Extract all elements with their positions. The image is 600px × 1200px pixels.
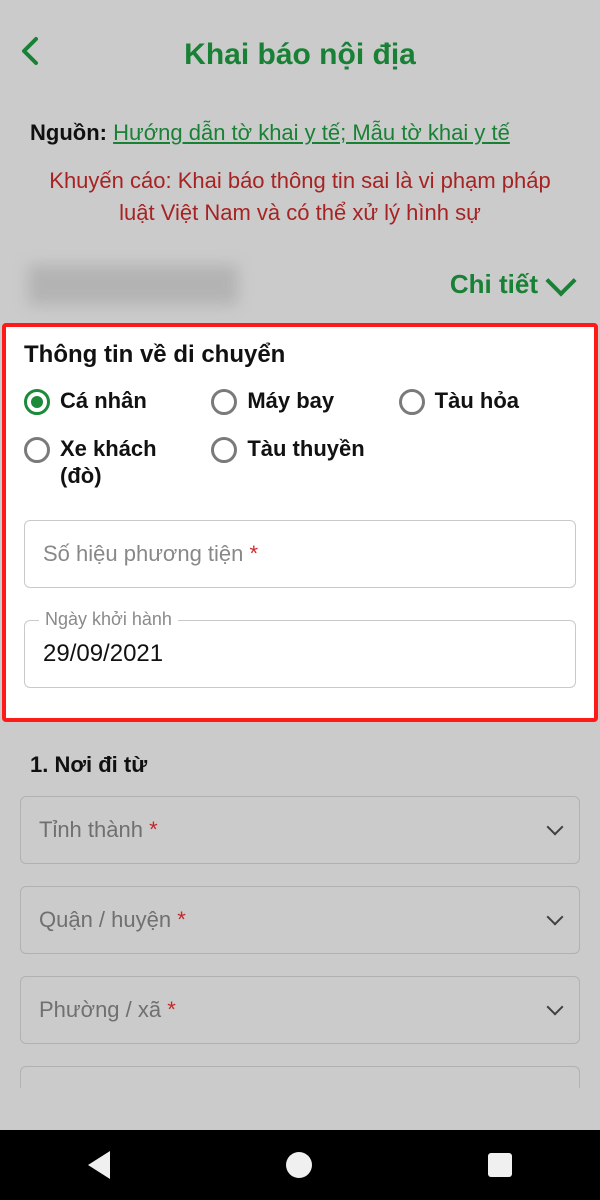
chevron-down-icon bbox=[547, 998, 564, 1015]
radio-boat[interactable]: Tàu thuyền bbox=[211, 435, 388, 490]
depart-date-label: Ngày khởi hành bbox=[39, 609, 178, 630]
ward-placeholder: Phường / xã * bbox=[39, 997, 176, 1023]
user-name-redacted bbox=[28, 265, 238, 305]
radio-train[interactable]: Tàu hỏa bbox=[399, 387, 576, 415]
chevron-down-icon bbox=[547, 908, 564, 925]
radio-icon bbox=[211, 389, 237, 415]
province-select[interactable]: Tỉnh thành * bbox=[20, 796, 580, 864]
travel-section-title: Thông tin về di chuyển bbox=[24, 341, 576, 369]
vehicle-number-placeholder: Số hiệu phương tiện * bbox=[43, 541, 258, 567]
user-card: Chi tiết bbox=[0, 247, 600, 317]
chevron-down-icon bbox=[547, 818, 564, 835]
travel-info-section: Thông tin về di chuyển Cá nhân Máy bay T… bbox=[2, 323, 598, 722]
district-select[interactable]: Quận / huyện * bbox=[20, 886, 580, 954]
source-label: Nguồn: bbox=[30, 120, 107, 145]
next-select-partial[interactable] bbox=[20, 1066, 580, 1088]
travel-mode-radio-group: Cá nhân Máy bay Tàu hỏa Xe khách (đò) Tà… bbox=[24, 387, 576, 490]
ward-select[interactable]: Phường / xã * bbox=[20, 976, 580, 1044]
warning-text: Khuyến cáo: Khai báo thông tin sai là vi… bbox=[0, 157, 600, 247]
radio-label: Cá nhân bbox=[60, 387, 147, 415]
radio-icon bbox=[24, 389, 50, 415]
radio-bus[interactable]: Xe khách (đò) bbox=[24, 435, 201, 490]
district-placeholder: Quận / huyện * bbox=[39, 907, 186, 933]
nav-back-button[interactable] bbox=[88, 1151, 110, 1179]
radio-label: Tàu hỏa bbox=[435, 387, 519, 415]
nav-recent-button[interactable] bbox=[488, 1153, 512, 1177]
source-row: Nguồn: Hướng dẫn tờ khai y tế; Mẫu tờ kh… bbox=[0, 110, 600, 157]
radio-personal[interactable]: Cá nhân bbox=[24, 387, 201, 415]
header: Khai báo nội địa bbox=[0, 0, 600, 110]
depart-date-field[interactable]: Ngày khởi hành 29/09/2021 bbox=[24, 620, 576, 688]
radio-plane[interactable]: Máy bay bbox=[211, 387, 388, 415]
radio-icon bbox=[211, 437, 237, 463]
detail-label: Chi tiết bbox=[450, 269, 538, 300]
screen: Khai báo nội địa Nguồn: Hướng dẫn tờ kha… bbox=[0, 0, 600, 1200]
radio-icon bbox=[24, 437, 50, 463]
detail-toggle[interactable]: Chi tiết bbox=[450, 269, 572, 300]
page-title: Khai báo nội địa bbox=[20, 38, 580, 72]
nav-home-button[interactable] bbox=[286, 1152, 312, 1178]
province-placeholder: Tỉnh thành * bbox=[39, 817, 158, 843]
source-link[interactable]: Hướng dẫn tờ khai y tế; Mẫu tờ khai y tế bbox=[113, 120, 510, 145]
depart-date-value: 29/09/2021 bbox=[43, 640, 163, 668]
from-section-title: 1. Nơi đi từ bbox=[30, 752, 570, 778]
vehicle-number-field[interactable]: Số hiệu phương tiện * bbox=[24, 520, 576, 588]
radio-label: Xe khách (đò) bbox=[60, 435, 201, 490]
from-section: 1. Nơi đi từ Tỉnh thành * Quận / huyện *… bbox=[0, 722, 600, 1088]
chevron-down-icon bbox=[545, 265, 576, 296]
radio-label: Tàu thuyền bbox=[247, 435, 364, 463]
android-navbar bbox=[0, 1130, 600, 1200]
radio-label: Máy bay bbox=[247, 387, 334, 415]
radio-icon bbox=[399, 389, 425, 415]
